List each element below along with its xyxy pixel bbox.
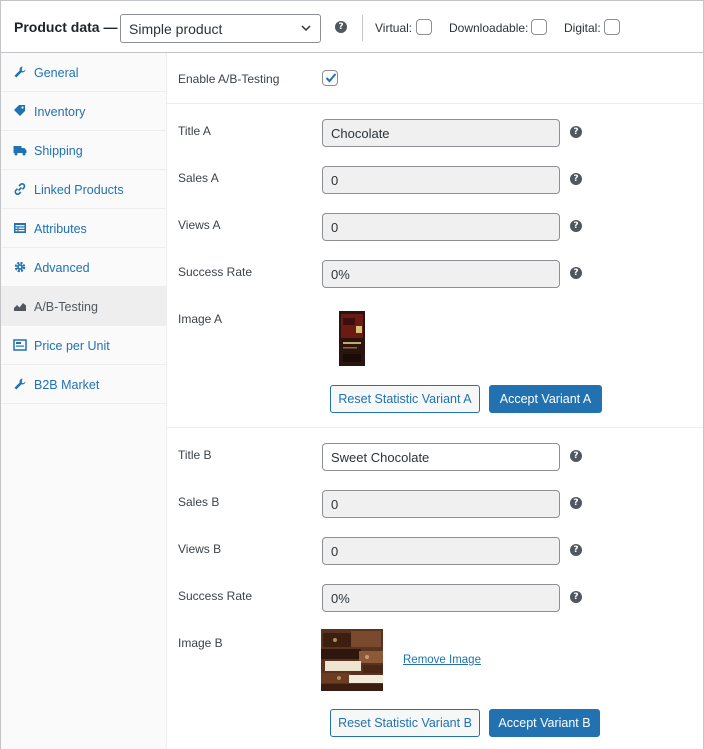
calculator-icon	[13, 339, 27, 351]
divider	[167, 103, 703, 104]
title-a-label: Title A	[178, 124, 211, 138]
chart-icon	[14, 303, 26, 311]
enable-ab-testing-label: Enable A/B-Testing	[178, 72, 280, 86]
sales-b-input[interactable]: 0	[322, 490, 560, 518]
wrench-icon	[14, 378, 26, 390]
tab-label: Advanced	[34, 261, 90, 275]
divider	[167, 427, 703, 428]
tab-advanced[interactable]: Advanced	[1, 248, 166, 287]
tab-b2b-market[interactable]: B2B Market	[1, 365, 166, 404]
tab-label: B2B Market	[34, 378, 100, 392]
remove-image-link[interactable]: Remove Image	[403, 654, 481, 666]
chevron-down-icon	[301, 25, 311, 32]
sales-a-label: Sales A	[178, 171, 219, 185]
title-b-label: Title B	[178, 448, 212, 462]
success-rate-a-input[interactable]: 0%	[322, 260, 560, 288]
list-icon	[14, 223, 26, 233]
divider	[362, 15, 363, 41]
accept-variant-b-button[interactable]: Accept Variant B	[489, 709, 600, 737]
gear-icon	[14, 261, 26, 273]
chocolate-pieces-image[interactable]	[321, 629, 383, 691]
views-b-input[interactable]: 0	[322, 537, 560, 565]
reset-statistic-b-button[interactable]: Reset Statistic Variant B	[330, 709, 480, 737]
tab-price-per-unit[interactable]: Price per Unit	[1, 326, 166, 365]
help-icon[interactable]: ?	[570, 126, 582, 138]
panel-title: Product data —	[14, 19, 118, 35]
help-icon[interactable]: ?	[570, 497, 582, 509]
views-a-input[interactable]: 0	[322, 213, 560, 241]
product-type-value: Simple product	[129, 21, 223, 37]
virtual-checkbox[interactable]	[416, 19, 432, 35]
tab-label: Linked Products	[34, 183, 124, 197]
help-icon[interactable]: ?	[570, 173, 582, 185]
reset-statistic-a-button[interactable]: Reset Statistic Variant A	[330, 385, 480, 413]
tab-label: Shipping	[34, 144, 83, 158]
downloadable-label: Downloadable:	[449, 21, 529, 35]
chocolate-bar-image[interactable]	[337, 310, 367, 367]
views-b-label: Views B	[178, 542, 222, 556]
link-icon	[14, 183, 26, 195]
title-a-input[interactable]: Chocolate	[322, 119, 560, 147]
help-icon[interactable]: ?	[570, 591, 582, 603]
enable-ab-testing-checkbox[interactable]	[322, 70, 338, 86]
help-icon[interactable]: ?	[570, 544, 582, 556]
tab-label: General	[34, 66, 79, 80]
tab-label: Price per Unit	[34, 339, 110, 353]
tab-general[interactable]: General	[1, 53, 166, 92]
product-type-select[interactable]: Simple product	[120, 14, 321, 43]
tab-ab-testing[interactable]: A/B-Testing	[1, 287, 166, 326]
product-data-header: Product data — Simple product ? Virtual:…	[1, 1, 703, 53]
accept-variant-a-button[interactable]: Accept Variant A	[489, 385, 602, 413]
help-icon[interactable]: ?	[570, 267, 582, 279]
help-icon[interactable]: ?	[570, 220, 582, 232]
image-b-label: Image B	[178, 636, 223, 650]
sales-b-label: Sales B	[178, 495, 220, 509]
digital-label: Digital:	[564, 21, 601, 35]
tab-shipping[interactable]: Shipping	[1, 131, 166, 170]
truck-icon	[13, 146, 27, 156]
tag-icon	[14, 105, 25, 116]
tab-linked-products[interactable]: Linked Products	[1, 170, 166, 209]
help-icon[interactable]: ?	[335, 21, 347, 33]
tab-label: A/B-Testing	[34, 300, 98, 314]
views-a-label: Views A	[178, 218, 221, 232]
success-rate-a-label: Success Rate	[178, 265, 253, 279]
title-b-input[interactable]: Sweet Chocolate	[322, 443, 560, 471]
product-data-panel: Product data — Simple product ? Virtual:…	[0, 0, 704, 749]
success-rate-b-input[interactable]: 0%	[322, 584, 560, 612]
ab-testing-panel: Enable A/B-Testing Title A Chocolate ? S…	[167, 53, 703, 749]
image-a-label: Image A	[178, 312, 223, 326]
tab-label: Inventory	[34, 105, 86, 119]
tab-label: Attributes	[34, 222, 87, 236]
downloadable-checkbox[interactable]	[531, 19, 547, 35]
tab-attributes[interactable]: Attributes	[1, 209, 166, 248]
checkmark-icon	[325, 73, 337, 83]
tab-inventory[interactable]: Inventory	[1, 92, 166, 131]
wrench-icon	[14, 66, 26, 78]
sales-a-input[interactable]: 0	[322, 166, 560, 194]
help-icon[interactable]: ?	[570, 450, 582, 462]
product-data-tabs: General Inventory Shipping Linked Produc…	[1, 53, 167, 749]
success-rate-b-label: Success Rate	[178, 589, 253, 603]
digital-checkbox[interactable]	[604, 19, 620, 35]
virtual-label: Virtual:	[375, 21, 413, 35]
